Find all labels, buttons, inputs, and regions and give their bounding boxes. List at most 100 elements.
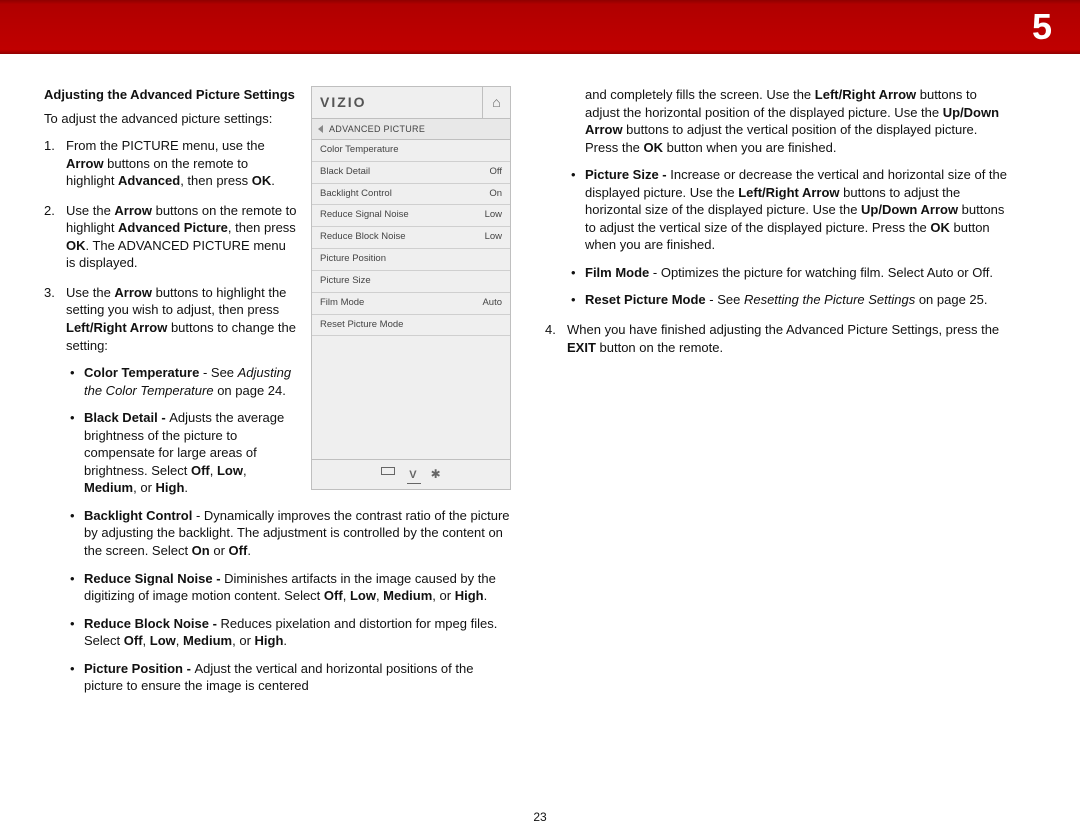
home-icon <box>482 87 510 118</box>
text-bold: Advanced Picture <box>118 220 228 235</box>
text: and completely fills the screen. Use the <box>585 87 815 102</box>
settings-bullets: Color Temperature - See Adjusting the Co… <box>66 364 511 695</box>
text-bold: OK <box>252 173 272 188</box>
text: or <box>210 543 229 558</box>
text-bold: EXIT <box>567 340 596 355</box>
text-italic: Resetting the Picture Settings <box>744 292 915 307</box>
text-bold: OK <box>66 238 86 253</box>
bullet-reset-picture-mode: Reset Picture Mode - See Resetting the P… <box>567 291 1012 309</box>
back-icon <box>318 125 323 133</box>
text-bold: Arrow <box>114 203 152 218</box>
picture-position-continuation: and completely fills the screen. Use the… <box>545 86 1012 156</box>
bullet-reduce-block-noise: Reduce Block Noise - Reduces pixelation … <box>66 615 511 650</box>
chapter-header: 5 <box>0 0 1080 54</box>
text: - See <box>199 365 237 380</box>
chapter-number: 5 <box>1032 6 1052 48</box>
osd-row-value: On <box>489 188 502 201</box>
text: , <box>243 463 247 478</box>
osd-menu-top: VIZIO <box>312 87 510 119</box>
text-bold: Off <box>191 463 210 478</box>
osd-row: Backlight Control On <box>312 184 510 206</box>
text-bold: Arrow <box>66 156 104 171</box>
page-body: VIZIO ADVANCED PICTURE Color Temperature… <box>0 54 1080 707</box>
text-bold: Reduce Signal Noise - <box>84 571 224 586</box>
text-bold: Medium <box>383 588 432 603</box>
text-bold: Arrow <box>114 285 152 300</box>
osd-row: Reduce Block NoiseLow <box>312 227 510 249</box>
text-bold: Off <box>229 543 248 558</box>
left-column: VIZIO ADVANCED PICTURE Color Temperature… <box>44 86 535 707</box>
text-bold: OK <box>644 140 664 155</box>
osd-row-value: Low <box>485 231 502 244</box>
osd-row: Black Detail Off <box>312 162 510 184</box>
text-bold: On <box>192 543 210 558</box>
bullet-color-temperature: Color Temperature - See Adjusting the Co… <box>66 364 326 399</box>
text: on page 25. <box>915 292 987 307</box>
osd-row: Color Temperature <box>312 140 510 162</box>
osd-row-label: Black Detail <box>320 166 370 179</box>
text-bold: Low <box>217 463 243 478</box>
text: When you have finished adjusting the Adv… <box>567 322 999 337</box>
osd-row-label: Color Temperature <box>320 144 399 157</box>
right-column: and completely fills the screen. Use the… <box>535 86 1052 707</box>
settings-bullets-right: Picture Size - Increase or decrease the … <box>545 166 1012 309</box>
text: , <box>176 633 183 648</box>
text-bold: Medium <box>183 633 232 648</box>
text: , or <box>232 633 254 648</box>
step-1: From the PICTURE menu, use the Arrow but… <box>44 137 304 190</box>
osd-row: Reduce Signal NoiseLow <box>312 205 510 227</box>
bullet-picture-position: Picture Position - Adjust the vertical a… <box>66 660 511 695</box>
osd-breadcrumb-label: ADVANCED PICTURE <box>329 123 425 135</box>
text-bold: Reset Picture Mode <box>585 292 706 307</box>
text-bold: High <box>455 588 484 603</box>
text-bold: Left/Right Arrow <box>815 87 916 102</box>
text-bold: Off <box>324 588 343 603</box>
osd-row-value: Low <box>485 209 502 222</box>
text-bold: Medium <box>84 480 133 495</box>
text-bold: OK <box>930 220 950 235</box>
step-2: Use the Arrow buttons on the remote to h… <box>44 202 304 272</box>
text-bold: Color Temperature <box>84 365 199 380</box>
text: . <box>247 543 251 558</box>
bullet-backlight-control: Backlight Control - Dynamically improves… <box>66 507 511 560</box>
text-bold: Left/Right Arrow <box>738 185 839 200</box>
osd-breadcrumb: ADVANCED PICTURE <box>312 119 510 140</box>
bullet-black-detail: Black Detail - Adjusts the average brigh… <box>66 409 326 497</box>
text-bold: Picture Position - <box>84 661 195 676</box>
text: . <box>184 480 188 495</box>
text-bold: Film Mode <box>585 265 649 280</box>
text: . <box>283 633 287 648</box>
bullet-picture-size: Picture Size - Increase or decrease the … <box>567 166 1012 254</box>
text: - Optimizes the picture for watching fil… <box>649 265 993 280</box>
text: Use the <box>66 203 114 218</box>
text: , then press <box>228 220 296 235</box>
step-4: When you have finished adjusting the Adv… <box>545 321 1012 356</box>
text-bold: High <box>255 633 284 648</box>
text: From the PICTURE menu, use the <box>66 138 265 153</box>
text: . <box>484 588 488 603</box>
text: on page 24. <box>214 383 286 398</box>
text-bold: Left/Right Arrow <box>66 320 167 335</box>
osd-row-value: Off <box>490 166 503 179</box>
text: , <box>210 463 217 478</box>
text: . <box>271 173 275 188</box>
page-number: 23 <box>0 810 1080 824</box>
text: button on the remote. <box>596 340 723 355</box>
text-bold: Reduce Block Noise - <box>84 616 221 631</box>
text-bold: Advanced <box>118 173 180 188</box>
text: , <box>343 588 350 603</box>
bullet-film-mode: Film Mode - Optimizes the picture for wa… <box>567 264 1012 282</box>
text: button when you are finished. <box>663 140 836 155</box>
text-bold: Up/Down Arrow <box>861 202 958 217</box>
text: , or <box>133 480 155 495</box>
osd-row: Picture Position <box>312 249 510 271</box>
text: . The ADVANCED PICTURE menu is displayed… <box>66 238 286 271</box>
osd-row-label: Backlight Control <box>320 188 392 201</box>
text-bold: Low <box>350 588 376 603</box>
osd-row-label: Picture Position <box>320 253 386 266</box>
text: , then press <box>180 173 252 188</box>
text-bold: Picture Size - <box>585 167 670 182</box>
text-bold: Off <box>124 633 143 648</box>
text-bold: Black Detail - <box>84 410 169 425</box>
text-bold: High <box>156 480 185 495</box>
